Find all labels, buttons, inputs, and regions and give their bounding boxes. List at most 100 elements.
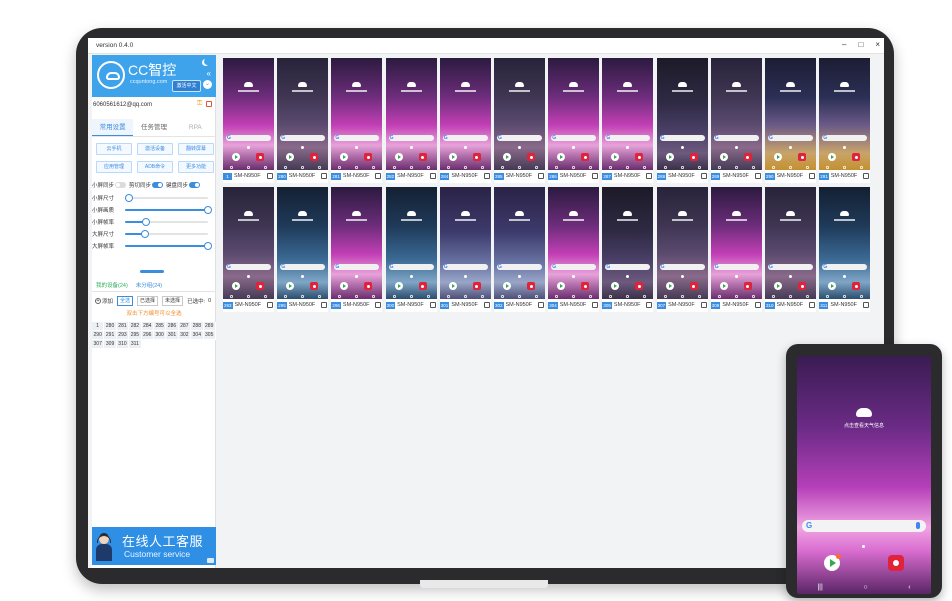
slider-handle[interactable] (125, 194, 134, 202)
select-all-button[interactable]: 全选 (117, 296, 134, 306)
device-card[interactable]: G 293 SM-N950F (223, 187, 274, 312)
device-number-cell[interactable]: 307 (92, 340, 105, 349)
sync-icon[interactable] (483, 173, 490, 179)
device-number-cell[interactable]: 290 (92, 331, 105, 340)
device-screen[interactable]: G (385, 58, 437, 170)
device-card[interactable]: G 296 SM-N950F (331, 187, 383, 312)
device-number-cell[interactable]: 286 (166, 322, 179, 331)
large-screen-size-slider[interactable]: 大屏尺寸 (92, 229, 216, 239)
device-number-cell[interactable]: 302 (178, 331, 192, 340)
device-card[interactable]: G 301 SM-N950F (439, 187, 491, 312)
device-card[interactable]: G 304 SM-N950F (548, 187, 600, 312)
device-number-cell[interactable]: 287 (178, 322, 192, 331)
device-card[interactable]: G 310 SM-N950F (765, 187, 816, 312)
key-icon[interactable]: ⚿ (197, 100, 203, 107)
device-screen[interactable]: G (277, 58, 329, 170)
logout-icon[interactable] (206, 101, 212, 107)
device-number-cell[interactable]: 301 (166, 331, 179, 340)
language-switch-button[interactable]: 激活中文 (172, 80, 201, 92)
device-card[interactable]: G 288 SM-N950F (656, 58, 708, 183)
more-functions-button[interactable]: 更多功能 (178, 161, 214, 173)
device-screen[interactable]: G (439, 187, 491, 299)
google-search-bar[interactable]: G (802, 520, 926, 532)
sync-icon[interactable] (863, 173, 870, 179)
device-card[interactable]: G 307 SM-N950F (656, 187, 708, 312)
device-card[interactable]: G 1 SM-N950F (223, 58, 274, 183)
device-number-cell[interactable]: 291 (104, 331, 117, 340)
adb-command-button[interactable]: ADB命令 (137, 161, 173, 173)
slider-track[interactable] (125, 206, 212, 214)
device-card[interactable]: G 284 SM-N950F (439, 58, 491, 183)
slider-handle[interactable] (204, 206, 212, 214)
sync-icon[interactable] (646, 173, 653, 179)
activate-device-button[interactable]: 激活设备 (137, 143, 173, 155)
device-card[interactable]: G 285 SM-N950F (494, 58, 545, 183)
tab-common-settings[interactable]: 常用设置 (92, 119, 134, 136)
minimize-button[interactable]: – (842, 40, 846, 49)
device-number-cell[interactable]: 293 (116, 331, 130, 340)
device-screen[interactable]: G (819, 187, 871, 299)
device-number-cell[interactable]: 1 (92, 322, 105, 331)
device-number-cell[interactable]: 288 (191, 322, 204, 331)
maximize-button[interactable]: □ (858, 40, 863, 49)
device-card[interactable]: G 300 SM-N950F (385, 187, 437, 312)
device-number-cell[interactable]: 281 (116, 322, 130, 331)
device-screen[interactable]: G (710, 187, 762, 299)
sync-icon[interactable] (375, 302, 382, 308)
device-screen[interactable]: G (765, 58, 816, 170)
back-button[interactable]: ‹ (908, 584, 910, 591)
device-screen[interactable]: G (602, 58, 654, 170)
chat-icon[interactable] (207, 558, 214, 563)
sync-icon[interactable] (483, 302, 490, 308)
sync-icon[interactable] (429, 302, 436, 308)
sync-icon[interactable] (754, 302, 761, 308)
unselected-filter-button[interactable]: 未选择 (162, 296, 184, 306)
device-number-cell[interactable]: 304 (191, 331, 204, 340)
slider-handle[interactable] (140, 230, 149, 238)
sync-icon[interactable] (375, 173, 382, 179)
sync-icon[interactable] (321, 173, 328, 179)
camera-app-icon[interactable] (888, 555, 904, 571)
device-card[interactable]: G 282 SM-N950F (385, 58, 437, 183)
device-card[interactable]: G 305 SM-N950F (602, 187, 654, 312)
device-screen[interactable]: G (819, 58, 871, 170)
device-card[interactable]: G 289 SM-N950F (710, 58, 762, 183)
device-screen[interactable]: G (710, 58, 762, 170)
tab-my-devices[interactable]: 我的设备(24) (92, 280, 132, 291)
device-number-cell[interactable]: 305 (203, 331, 216, 340)
sync-icon[interactable] (267, 173, 273, 179)
small-screen-sync-toggle[interactable] (115, 182, 127, 188)
chevron-down-icon[interactable]: ⌄ (203, 80, 212, 89)
device-screen[interactable]: G (223, 58, 274, 170)
tab-ungrouped[interactable]: 未分组(24) (132, 280, 166, 291)
sync-icon[interactable] (321, 302, 328, 308)
customer-service-banner[interactable]: 在线人工客服 Customer service (92, 527, 216, 565)
sync-icon[interactable] (809, 302, 815, 308)
plus-icon[interactable]: + (95, 298, 101, 304)
device-screen[interactable]: G (494, 58, 545, 170)
close-button[interactable]: × (875, 40, 880, 49)
slider-track[interactable] (125, 194, 208, 202)
device-number-cell[interactable]: 282 (129, 322, 142, 331)
device-screen[interactable]: G (439, 58, 491, 170)
device-number-cell[interactable]: 310 (116, 340, 130, 349)
device-number-cell[interactable]: 295 (129, 331, 142, 340)
device-number-cell[interactable]: 296 (141, 331, 154, 340)
microphone-icon[interactable] (916, 522, 920, 529)
tab-task-management[interactable]: 任务管理 (133, 119, 174, 136)
device-screen[interactable]: G (656, 187, 708, 299)
recents-button[interactable]: ||| (817, 584, 822, 591)
device-screen[interactable]: G (765, 187, 816, 299)
sync-icon[interactable] (538, 302, 544, 308)
device-card[interactable]: G 286 SM-N950F (548, 58, 600, 183)
sync-icon[interactable] (754, 173, 761, 179)
sync-icon[interactable] (700, 302, 707, 308)
device-screen[interactable]: G (331, 187, 383, 299)
large-screen-fps-slider[interactable]: 大屏帧率 (92, 241, 216, 251)
device-card[interactable]: G 287 SM-N950F (602, 58, 654, 183)
small-screen-size-slider[interactable]: 小屏尺寸 (92, 193, 216, 203)
device-screen[interactable]: G (548, 187, 600, 299)
double-chevron-left-icon[interactable]: « (207, 69, 211, 78)
slider-track[interactable] (125, 242, 212, 250)
slider-track[interactable] (125, 218, 208, 226)
